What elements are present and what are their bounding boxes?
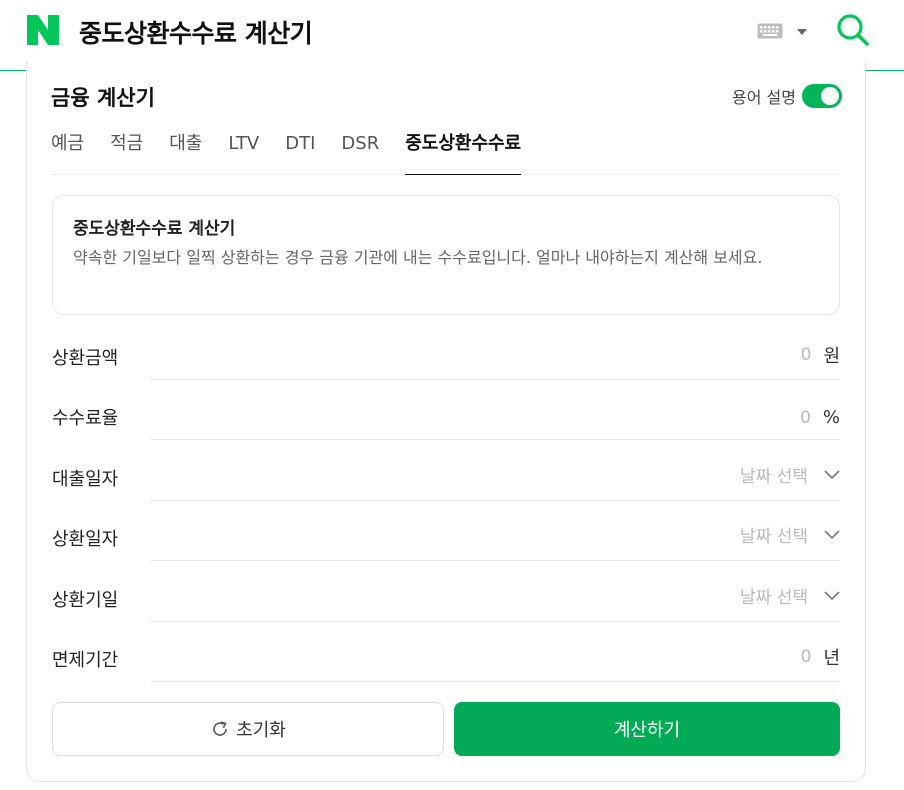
tab-dti[interactable]: DTI bbox=[285, 130, 315, 175]
exempt-period-value: 0 bbox=[800, 647, 812, 667]
info-box: 중도상환수수료 계산기 약속한 기일보다 일찍 상환하는 경우 금융 기관에 내… bbox=[52, 195, 840, 315]
chevron-down-icon bbox=[824, 469, 840, 479]
divider bbox=[150, 500, 840, 501]
exempt-period-label: 면제기간 bbox=[52, 650, 119, 671]
caret-down-icon[interactable] bbox=[796, 28, 808, 36]
fee-rate-unit: % bbox=[822, 407, 840, 428]
app-title: 중도상환수수료 계산기 bbox=[79, 19, 313, 48]
repay-amount-input[interactable]: 0 원 bbox=[801, 342, 840, 368]
repay-date-row[interactable]: 상환일자 날짜 선택 bbox=[52, 515, 840, 561]
chevron-down-icon bbox=[824, 590, 840, 600]
chevron-down-icon bbox=[824, 529, 840, 539]
tab-prepayment-fee[interactable]: 중도상환수수료 bbox=[405, 130, 522, 175]
glossary-toggle[interactable] bbox=[802, 84, 842, 108]
repay-amount-label: 상환금액 bbox=[52, 348, 119, 369]
repay-amount-unit: 원 bbox=[823, 346, 840, 367]
keyboard-icon[interactable] bbox=[757, 23, 783, 39]
divider bbox=[150, 379, 840, 380]
info-title: 중도상환수수료 계산기 bbox=[73, 219, 236, 239]
divider bbox=[150, 439, 840, 440]
loan-date-label: 대출일자 bbox=[52, 469, 119, 490]
fee-rate-value: 0 bbox=[800, 407, 811, 428]
toggle-knob bbox=[821, 87, 839, 105]
tab-loan[interactable]: 대출 bbox=[169, 130, 202, 175]
due-date-placeholder: 날짜 선택 bbox=[740, 588, 808, 608]
section-title: 금융 계산기 bbox=[51, 86, 155, 110]
repay-amount-value: 0 bbox=[800, 345, 812, 365]
loan-date-select[interactable]: 날짜 선택 bbox=[740, 462, 840, 487]
fee-rate-row[interactable]: 수수료율 0 % bbox=[52, 394, 840, 440]
calculate-button[interactable]: 계산하기 bbox=[454, 702, 840, 756]
tab-ltv[interactable]: LTV bbox=[228, 130, 259, 175]
due-date-select[interactable]: 날짜 선택 bbox=[740, 583, 840, 608]
repay-amount-row[interactable]: 상환금액 0 원 bbox=[52, 334, 840, 380]
calculator-tabs: 예금 적금 대출 LTV DTI DSR 중도상환수수료 bbox=[51, 130, 840, 175]
exempt-period-unit: 년 bbox=[823, 648, 840, 669]
repay-date-placeholder: 날짜 선택 bbox=[740, 527, 808, 547]
glossary-label: 용어 설명 bbox=[732, 88, 796, 107]
exempt-period-input[interactable]: 0 년 bbox=[801, 644, 840, 670]
divider bbox=[150, 681, 840, 682]
fee-rate-input[interactable]: 0 % bbox=[800, 407, 840, 428]
divider bbox=[150, 560, 840, 561]
glossary-toggle-group[interactable]: 용어 설명 bbox=[732, 84, 842, 108]
repay-date-label: 상환일자 bbox=[52, 529, 119, 550]
tab-deposit[interactable]: 예금 bbox=[51, 130, 84, 175]
reset-button[interactable]: 초기화 bbox=[52, 702, 444, 756]
calculate-button-label: 계산하기 bbox=[613, 720, 681, 741]
due-date-label: 상환기일 bbox=[52, 590, 119, 611]
naver-logo-icon[interactable] bbox=[27, 15, 59, 45]
tab-dsr[interactable]: DSR bbox=[341, 130, 379, 175]
loan-date-row[interactable]: 대출일자 날짜 선택 bbox=[52, 455, 840, 501]
info-description: 약속한 기일보다 일찍 상환하는 경우 금융 기관에 내는 수수료입니다. 얼마… bbox=[73, 248, 763, 267]
due-date-row[interactable]: 상환기일 날짜 선택 bbox=[52, 576, 840, 622]
refresh-icon bbox=[213, 721, 227, 736]
exempt-period-row[interactable]: 면제기간 0 년 bbox=[52, 636, 840, 682]
loan-date-placeholder: 날짜 선택 bbox=[740, 467, 808, 487]
tab-savings[interactable]: 적금 bbox=[110, 130, 143, 175]
fee-rate-label: 수수료율 bbox=[52, 408, 119, 429]
search-icon[interactable] bbox=[836, 13, 870, 47]
divider bbox=[150, 621, 840, 622]
reset-button-label: 초기화 bbox=[236, 720, 286, 741]
repay-date-select[interactable]: 날짜 선택 bbox=[740, 522, 840, 547]
